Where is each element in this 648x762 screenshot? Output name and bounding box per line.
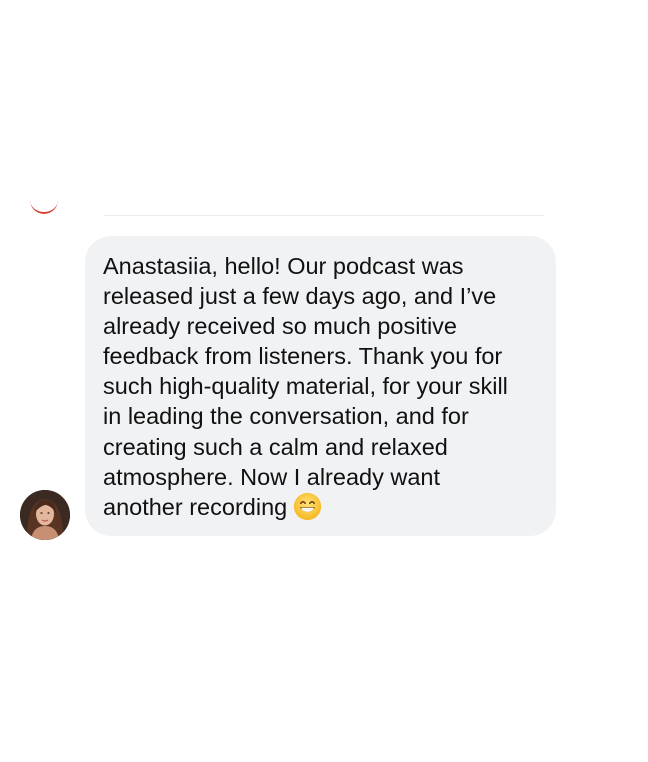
incoming-message-row: Anastasiia, hello! Our podcast was relea… [20,236,560,540]
profile-photo-icon [20,490,70,540]
previous-message-divider [104,215,544,216]
grinning-face-emoji-icon [294,492,322,520]
previous-avatar-edge [30,196,58,216]
message-text: Anastasiia, hello! Our podcast was relea… [103,251,538,522]
message-body: Anastasiia, hello! Our podcast was relea… [103,253,508,520]
sender-avatar[interactable] [20,490,70,540]
message-bubble[interactable]: Anastasiia, hello! Our podcast was relea… [85,236,556,536]
